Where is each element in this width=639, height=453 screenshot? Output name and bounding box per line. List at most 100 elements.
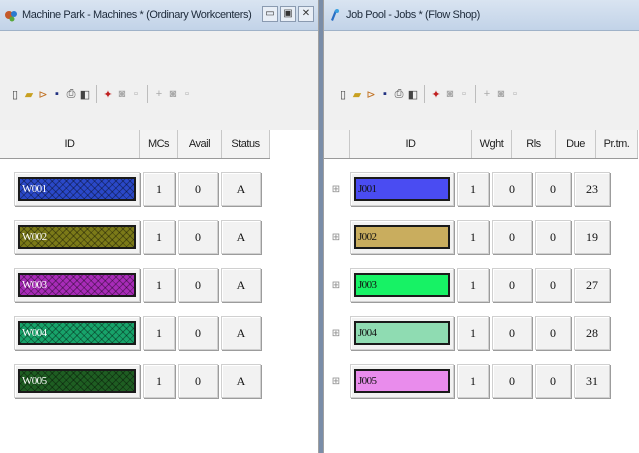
due-cell[interactable]: 0 xyxy=(535,364,571,398)
col-id[interactable]: ID xyxy=(350,130,472,158)
job-grid-header: ID Wght Rls Due Pr.tm. xyxy=(324,130,638,159)
preview-icon[interactable]: ◧ xyxy=(406,86,420,102)
machine-id-cell[interactable]: W002 xyxy=(14,220,140,254)
status-cell[interactable]: A xyxy=(221,364,261,398)
prtm-cell[interactable]: 23 xyxy=(574,172,610,206)
wght-cell[interactable]: 1 xyxy=(457,364,489,398)
tree-expand-icon[interactable]: ⊞ xyxy=(328,316,344,350)
mcs-cell[interactable]: 1 xyxy=(143,172,175,206)
edit-icon[interactable]: ▫ xyxy=(457,86,471,102)
import-icon[interactable]: ⊳ xyxy=(36,86,50,102)
job-row[interactable]: ⊞ J004 1 0 0 28 xyxy=(324,312,613,354)
avail-cell[interactable]: 0 xyxy=(178,316,218,350)
machine-id-cell[interactable]: W003 xyxy=(14,268,140,302)
job-id-cell[interactable]: J001 xyxy=(350,172,454,206)
col-prtm[interactable]: Pr.tm. xyxy=(596,130,638,158)
mcs-cell[interactable]: 1 xyxy=(143,268,175,302)
delete-icon[interactable]: ◙ xyxy=(115,86,129,102)
add-icon[interactable]: + xyxy=(152,86,166,102)
wght-cell[interactable]: 1 xyxy=(457,268,489,302)
tree-expand-icon[interactable]: ⊞ xyxy=(328,172,344,206)
wght-cell[interactable]: 1 xyxy=(457,220,489,254)
add-icon[interactable]: + xyxy=(480,86,494,102)
wght-cell[interactable]: 1 xyxy=(457,316,489,350)
maximize-button[interactable]: ▣ xyxy=(280,6,296,22)
machine-row[interactable]: W005 1 0 A xyxy=(14,360,264,402)
job-id-cell[interactable]: J003 xyxy=(350,268,454,302)
insert-icon[interactable]: ✦ xyxy=(101,86,115,102)
avail-cell[interactable]: 0 xyxy=(178,364,218,398)
job-row[interactable]: ⊞ J002 1 0 0 19 xyxy=(324,216,613,258)
rls-cell[interactable]: 0 xyxy=(492,172,532,206)
due-cell[interactable]: 0 xyxy=(535,316,571,350)
status-cell[interactable]: A xyxy=(221,220,261,254)
col-status[interactable]: Status xyxy=(222,130,270,158)
open-icon[interactable]: ▰ xyxy=(22,86,36,102)
prtm-cell[interactable]: 19 xyxy=(574,220,610,254)
col-rls[interactable]: Rls xyxy=(512,130,556,158)
rls-cell[interactable]: 0 xyxy=(492,364,532,398)
remove-icon[interactable]: ◙ xyxy=(494,86,508,102)
save-icon[interactable]: ▪ xyxy=(378,86,392,102)
save-icon[interactable]: ▪ xyxy=(50,86,64,102)
status-cell[interactable]: A xyxy=(221,172,261,206)
col-due[interactable]: Due xyxy=(556,130,596,158)
machine-row[interactable]: W002 1 0 A xyxy=(14,216,264,258)
prtm-cell[interactable]: 27 xyxy=(574,268,610,302)
prtm-cell[interactable]: 28 xyxy=(574,316,610,350)
insert-icon[interactable]: ✦ xyxy=(429,86,443,102)
col-wght[interactable]: Wght xyxy=(472,130,512,158)
col-id[interactable]: ID xyxy=(0,130,140,158)
import-icon[interactable]: ⊳ xyxy=(364,86,378,102)
new-icon[interactable]: ▯ xyxy=(8,86,22,102)
move-icon[interactable]: ▫ xyxy=(180,86,194,102)
machine-gear-icon xyxy=(5,11,17,22)
machine-row[interactable]: W004 1 0 A xyxy=(14,312,264,354)
job-id-cell[interactable]: J005 xyxy=(350,364,454,398)
machine-id-cell[interactable]: W001 xyxy=(14,172,140,206)
col-mcs[interactable]: MCs xyxy=(140,130,178,158)
machine-id-cell[interactable]: W005 xyxy=(14,364,140,398)
due-cell[interactable]: 0 xyxy=(535,172,571,206)
rls-cell[interactable]: 0 xyxy=(492,268,532,302)
machine-row[interactable]: W001 1 0 A xyxy=(14,168,264,210)
print-icon[interactable]: ⎙ xyxy=(64,86,78,102)
avail-cell[interactable]: 0 xyxy=(178,220,218,254)
avail-cell[interactable]: 0 xyxy=(178,172,218,206)
tree-expand-icon[interactable]: ⊞ xyxy=(328,268,344,302)
due-cell[interactable]: 0 xyxy=(535,220,571,254)
job-row[interactable]: ⊞ J005 1 0 0 31 xyxy=(324,360,613,402)
status-cell[interactable]: A xyxy=(221,316,261,350)
job-id-cell[interactable]: J004 xyxy=(350,316,454,350)
print-icon[interactable]: ⎙ xyxy=(392,86,406,102)
tree-expand-icon[interactable]: ⊞ xyxy=(328,364,344,398)
edit-icon[interactable]: ▫ xyxy=(129,86,143,102)
open-icon[interactable]: ▰ xyxy=(350,86,364,102)
due-cell[interactable]: 0 xyxy=(535,268,571,302)
delete-icon[interactable]: ◙ xyxy=(443,86,457,102)
minimize-button[interactable]: ▭ xyxy=(262,6,278,22)
preview-icon[interactable]: ◧ xyxy=(78,86,92,102)
move-icon[interactable]: ▫ xyxy=(508,86,522,102)
rls-cell[interactable]: 0 xyxy=(492,316,532,350)
mcs-cell[interactable]: 1 xyxy=(143,364,175,398)
mcs-cell[interactable]: 1 xyxy=(143,316,175,350)
new-icon[interactable]: ▯ xyxy=(336,86,350,102)
prtm-cell[interactable]: 31 xyxy=(574,364,610,398)
tree-expand-icon[interactable]: ⊞ xyxy=(328,220,344,254)
machine-id-cell[interactable]: W004 xyxy=(14,316,140,350)
rls-cell[interactable]: 0 xyxy=(492,220,532,254)
machine-row[interactable]: W003 1 0 A xyxy=(14,264,264,306)
status-cell[interactable]: A xyxy=(221,268,261,302)
job-id-cell[interactable]: J002 xyxy=(350,220,454,254)
wght-cell[interactable]: 1 xyxy=(457,172,489,206)
job-pool-titlebar[interactable]: Job Pool - Jobs * (Flow Shop) xyxy=(324,0,639,31)
avail-cell[interactable]: 0 xyxy=(178,268,218,302)
mcs-cell[interactable]: 1 xyxy=(143,220,175,254)
close-button[interactable]: ✕ xyxy=(298,6,314,22)
remove-icon[interactable]: ◙ xyxy=(166,86,180,102)
job-row[interactable]: ⊞ J001 1 0 0 23 xyxy=(324,168,613,210)
col-avail[interactable]: Avail xyxy=(178,130,222,158)
machine-park-titlebar[interactable]: Machine Park - Machines * (Ordinary Work… xyxy=(0,0,318,31)
job-row[interactable]: ⊞ J003 1 0 0 27 xyxy=(324,264,613,306)
